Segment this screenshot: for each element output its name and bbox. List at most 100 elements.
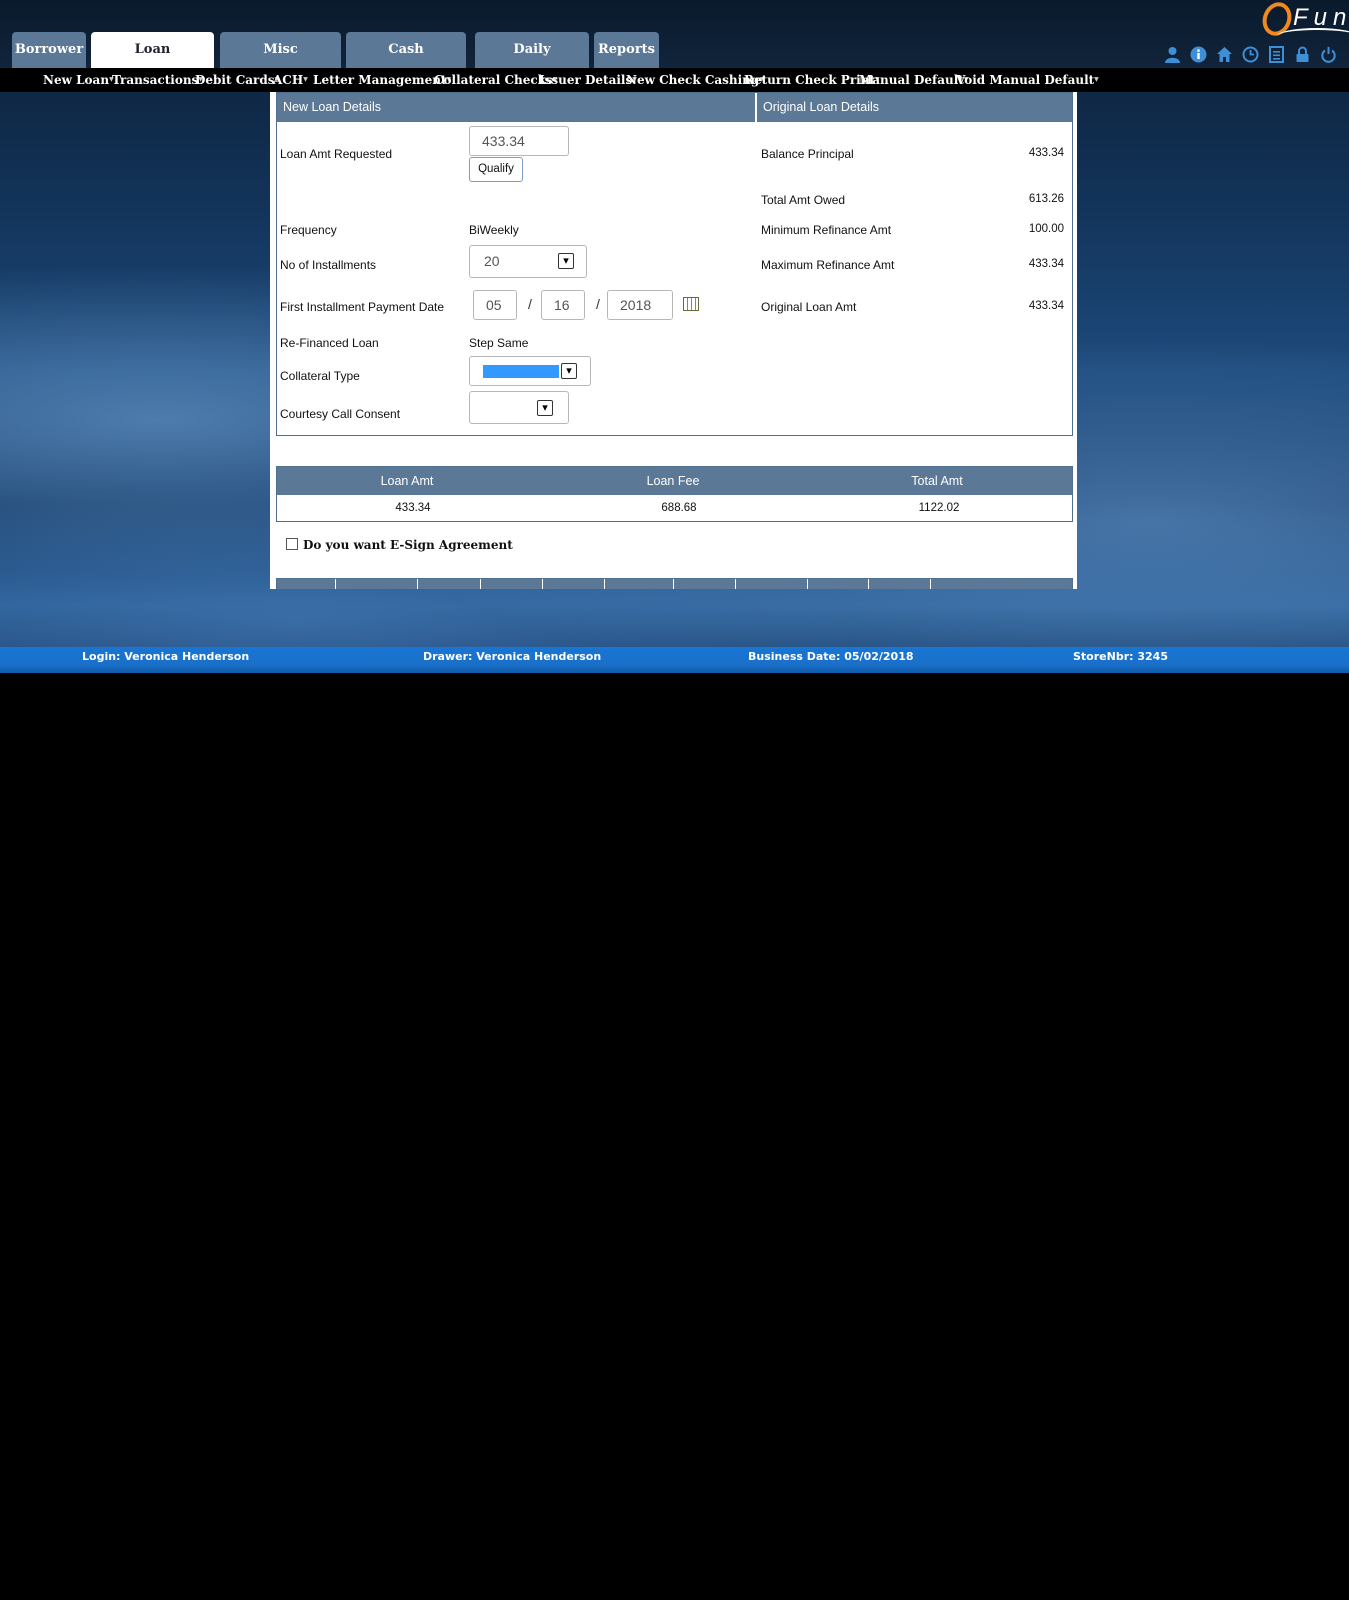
status-business-date: Business Date: 05/02/2018 [748,650,914,663]
status-drawer: Drawer: Veronica Henderson [423,650,602,663]
courtesy-call-consent-select[interactable]: ▾ [469,391,569,424]
installments-label: No of Installments [280,258,377,272]
original-loan-amt-value: 433.34 [1028,300,1064,312]
frequency-value: BiWeekly [469,223,519,237]
min-refinance-amt-label: Minimum Refinance Amt [761,223,892,237]
submenu-label: Return Check Print [744,73,875,87]
max-refinance-amt-value: 433.34 [1028,258,1064,270]
submenu-label: ACH [273,73,304,87]
chevron-down-icon: ▾ [561,363,577,379]
grid-column-divider [930,579,931,589]
grid-column-divider [480,579,481,589]
first-payment-year-input[interactable] [607,290,673,320]
grid-column-divider [868,579,869,589]
loan-refinance-panel: New Loan Details Original Loan Details L… [270,92,1077,589]
qualify-button[interactable]: Qualify [469,157,523,182]
tab-cash-management[interactable]: Cash Management [346,32,466,93]
grid-column-divider [417,579,418,589]
first-payment-day-input[interactable] [541,290,585,320]
logo-swoosh [1277,28,1349,44]
summary-header-row: Loan Amt Loan Fee Total Amt [277,467,1072,495]
home-icon[interactable] [1216,46,1233,63]
submenu-label: Letter Management [313,73,447,87]
date-separator: / [596,296,600,312]
submenu-label: Collateral Checks [434,73,553,87]
refinanced-loan-label: Re-Financed Loan [280,336,379,350]
tab-loan-transactions[interactable]: Loan Transactions [91,32,214,93]
caret-down-icon: ▼ [1094,76,1099,83]
date-separator: / [528,296,532,312]
info-icon[interactable] [1190,46,1207,63]
status-bar: Login: Veronica Henderson Drawer: Veroni… [0,647,1349,673]
installments-select[interactable]: 20 ▾ [469,245,587,278]
submenu-label: Manual Default [859,73,964,87]
brand-logo: Fun [1259,0,1349,46]
balance-principal-label: Balance Principal [761,147,854,161]
summary-header-loan-fee: Loan Fee [646,474,700,488]
submenu-label: Transactions [112,73,199,87]
loan-amt-requested-label: Loan Amt Requested [280,147,393,161]
first-payment-date-label: First Installment Payment Date [280,300,445,314]
tab-reports[interactable]: Reports [594,32,659,68]
collateral-selected-highlight [483,365,559,378]
balance-principal-value: 433.34 [1028,147,1064,159]
user-icon[interactable] [1164,46,1181,63]
status-store-number: StoreNbr: 3245 [1073,650,1168,663]
installments-value: 20 [484,253,500,269]
submenu-manual-default[interactable]: Manual Default▼ [859,68,968,92]
summary-loan-fee: 688.68 [661,502,697,514]
top-navigation-bar: Borrower Loan Transactions Misc Transact… [0,0,1349,93]
submenu-ach[interactable]: ACH▼ [273,68,308,92]
chevron-down-icon: ▾ [558,253,574,269]
original-loan-details-header: Original Loan Details [757,93,1072,122]
toolbar-icons [1159,46,1349,66]
tab-misc-transactions[interactable]: Misc Transactions [220,32,341,93]
collateral-type-select[interactable]: ▾ [469,356,591,386]
submenu-letter-management[interactable]: Letter Management▼ [313,68,451,92]
submenu-new-loan[interactable]: New Loan▼ [43,68,114,92]
loan-summary-table: Loan Amt Loan Fee Total Amt 433.34 688.6… [276,466,1073,522]
submenu-issuer-details[interactable]: Issuer Details▼ [539,68,637,92]
max-refinance-amt-label: Maximum Refinance Amt [761,258,895,272]
submenu-label: New Loan [43,73,110,87]
grid-column-divider [735,579,736,589]
tab-borrower[interactable]: Borrower [12,32,86,68]
summary-loan-amt: 433.34 [395,502,431,514]
summary-header-total-amt: Total Amt [911,474,963,488]
clock-icon[interactable] [1242,46,1259,63]
new-loan-details-header: New Loan Details [277,93,755,122]
document-icon[interactable] [1268,46,1285,63]
submenu-transactions[interactable]: Transactions▼ [112,68,203,92]
total-amt-owed-value: 613.26 [1028,193,1064,205]
power-icon[interactable] [1320,46,1337,63]
grid-column-divider [542,579,543,589]
grid-column-divider [335,579,336,589]
submenu-label: New Check Cashing [626,73,760,87]
courtesy-call-consent-label: Courtesy Call Consent [280,407,401,421]
submenu-debit-cards[interactable]: Debit Cards▼ [195,68,279,92]
sub-navigation-menu: New Loan▼ Transactions▼ Debit Cards▼ ACH… [0,68,1349,92]
esign-checkbox[interactable] [286,538,298,550]
loan-amt-requested-input[interactable] [469,126,569,156]
lock-icon[interactable] [1294,46,1311,63]
status-login: Login: Veronica Henderson [82,650,250,663]
original-loan-amt-label: Original Loan Amt [761,300,857,314]
grid-column-divider [673,579,674,589]
summary-total-amt: 1122.02 [918,502,960,514]
header-divider [755,93,757,122]
min-refinance-amt-value: 100.00 [1028,223,1064,235]
grid-column-divider [807,579,808,589]
total-amt-owed-label: Total Amt Owed [761,193,846,207]
first-payment-month-input[interactable] [473,290,517,320]
schedule-grid-header [276,578,1073,589]
frequency-label: Frequency [280,223,337,237]
summary-header-loan-amt: Loan Amt [380,474,434,488]
calendar-icon[interactable] [683,297,699,311]
submenu-label: Issuer Details [539,73,633,87]
tab-daily-processing[interactable]: Daily Processing [475,32,589,93]
loan-details-section: New Loan Details Original Loan Details L… [276,92,1073,436]
refinanced-loan-value: Step Same [469,336,529,350]
submenu-void-manual-default[interactable]: Void Manual Default▼ [956,68,1099,92]
esign-label: Do you want E-Sign Agreement [303,538,513,552]
submenu-label: Debit Cards [195,73,275,87]
